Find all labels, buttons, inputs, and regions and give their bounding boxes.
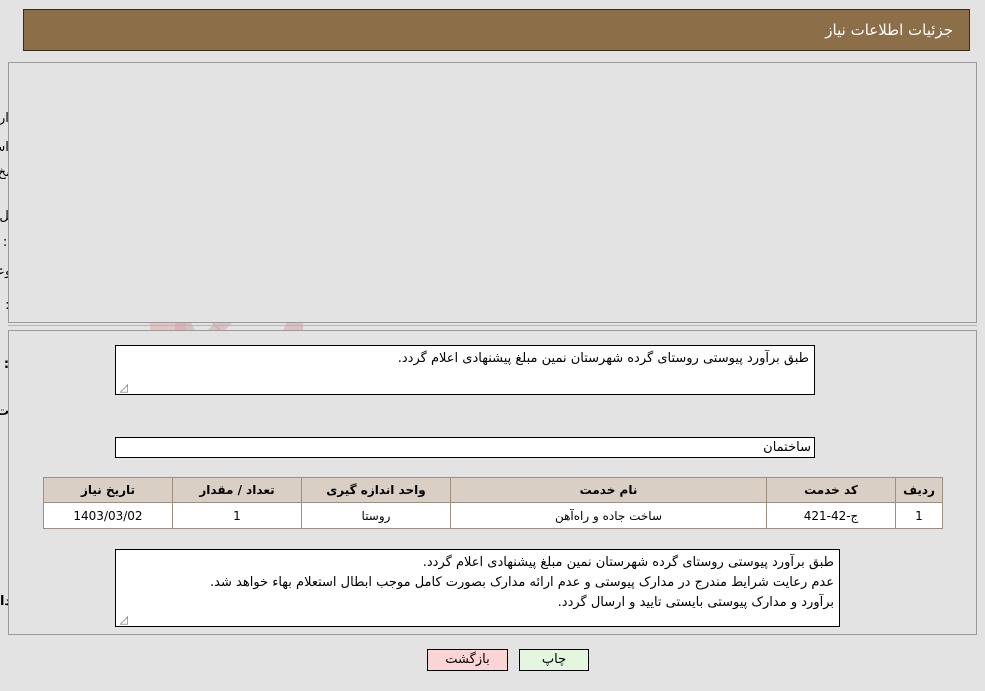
cell-row-no: 1 xyxy=(895,502,943,529)
buyer-notes-line-3: برآورد و مدارک پیوستی بایستی تایید و ارس… xyxy=(557,595,834,610)
cell-quantity: 1 xyxy=(172,502,302,529)
print-button[interactable]: چاپ xyxy=(519,649,589,671)
services-table: ردیف کد خدمت نام خدمت واحد اندازه گیری ت… xyxy=(43,477,943,529)
top-info-panel xyxy=(8,62,977,323)
back-button[interactable]: بازگشت xyxy=(427,649,508,671)
resize-grip-icon[interactable]: ◿ xyxy=(118,614,128,625)
general-desc-textarea[interactable]: طبق برآورد پیوستی روستای گرده شهرستان نم… xyxy=(115,345,815,395)
tender-details-page: AriaTender.net جزئیات اطلاعات نیاز شماره… xyxy=(0,0,985,691)
table-header-row: ردیف کد خدمت نام خدمت واحد اندازه گیری ت… xyxy=(43,477,943,503)
buyer-notes-line-1: طبق برآورد پیوستی روستای گرده شهرستان نم… xyxy=(422,555,834,570)
page-header-bar: جزئیات اطلاعات نیاز xyxy=(23,9,970,51)
col-header-service-code: کد خدمت xyxy=(766,477,896,503)
table-row: 1 ج-42-421 ساخت جاده و راه‌آهن روستا 1 1… xyxy=(43,502,943,529)
general-desc-text: طبق برآورد پیوستی روستای گرده شهرستان نم… xyxy=(397,351,809,366)
col-header-need-date: تاریخ نیاز xyxy=(43,477,173,503)
col-header-row-no: ردیف xyxy=(895,477,943,503)
col-header-service-name: نام خدمت xyxy=(450,477,767,503)
col-header-unit: واحد اندازه گیری xyxy=(301,477,451,503)
cell-service-code: ج-42-421 xyxy=(766,502,896,529)
buyer-notes-line-2: عدم رعایت شرایط مندرج در مدارک پیوستی و … xyxy=(210,575,834,590)
resize-grip-icon[interactable]: ◿ xyxy=(118,382,128,393)
buyer-notes-textarea[interactable]: طبق برآورد پیوستی روستای گرده شهرستان نم… xyxy=(115,549,840,627)
section-divider xyxy=(8,325,977,326)
col-header-quantity: تعداد / مقدار xyxy=(172,477,302,503)
cell-service-name: ساخت جاده و راه‌آهن xyxy=(450,502,767,529)
service-group-value: ساختمان xyxy=(115,437,815,458)
cell-need-date: 1403/03/02 xyxy=(43,502,173,529)
page-title: جزئیات اطلاعات نیاز xyxy=(825,21,953,39)
cell-unit: روستا xyxy=(301,502,451,529)
